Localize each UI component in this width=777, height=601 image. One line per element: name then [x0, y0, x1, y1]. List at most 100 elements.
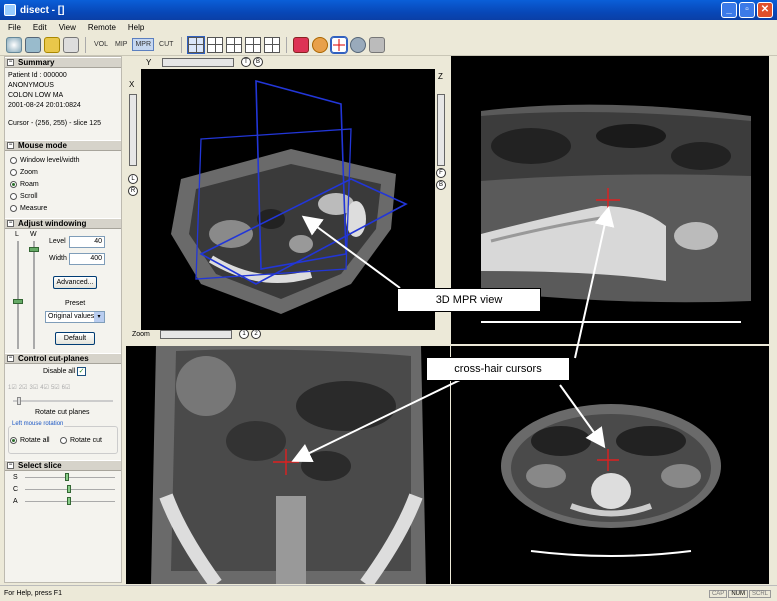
cut-plane-4[interactable]: 4☑	[40, 384, 49, 391]
disable-all-checkbox[interactable]: ✓	[77, 367, 86, 376]
rotate-slider-thumb[interactable]	[17, 397, 21, 405]
patient-id: Patient Id : 000000	[8, 72, 67, 79]
preset-label: Preset	[65, 300, 86, 307]
y-rotation-ruler[interactable]	[162, 58, 234, 67]
crosshair-icon[interactable]	[330, 35, 349, 54]
left-view-button[interactable]: L	[128, 174, 138, 184]
collapse-icon[interactable]: −	[7, 355, 14, 362]
collapse-icon[interactable]: −	[7, 142, 14, 149]
y-axis-label: Y	[146, 58, 152, 67]
right-view-button[interactable]: R	[128, 186, 138, 196]
width-slider-thumb[interactable]	[29, 247, 39, 252]
level-slider[interactable]	[17, 241, 19, 349]
vol-button[interactable]: VOL	[92, 39, 110, 50]
radio-measure[interactable]: Measure	[5, 202, 121, 214]
folder-icon[interactable]	[44, 36, 60, 53]
width-slider[interactable]	[33, 241, 35, 349]
layout-h-icon[interactable]	[245, 36, 262, 53]
layout-3-1-icon[interactable]	[226, 36, 243, 53]
chevron-down-icon[interactable]: ▾	[94, 312, 104, 322]
default-button[interactable]: Default	[55, 332, 95, 345]
maximize-button[interactable]: ▫	[739, 2, 755, 18]
tools-icon[interactable]	[369, 36, 386, 53]
level-slider-thumb[interactable]	[13, 299, 23, 304]
slice-c-thumb[interactable]	[67, 485, 71, 493]
rotate-slider[interactable]	[13, 400, 113, 402]
image-icon[interactable]	[63, 36, 79, 53]
z-rotation-ruler[interactable]	[437, 94, 445, 166]
cut-plane-3[interactable]: 3☑	[29, 384, 38, 391]
x-rotation-ruler[interactable]	[129, 94, 137, 166]
level-slider-label: L	[15, 231, 19, 238]
toolbar: VOL MIP MPR CUT	[0, 34, 777, 56]
advanced-button[interactable]: Advanced...	[53, 276, 97, 289]
axial-view[interactable]	[451, 346, 769, 584]
zoom-ruler[interactable]	[160, 330, 232, 339]
toolbar-separator	[85, 36, 86, 53]
collapse-icon[interactable]: −	[7, 220, 14, 227]
radio-window-level[interactable]: Window level/width	[5, 154, 121, 166]
layout-2x2-icon[interactable]	[187, 35, 206, 54]
radio-rotate-cut[interactable]: Rotate cut	[55, 434, 102, 446]
cut-plane-2[interactable]: 2☑	[19, 384, 28, 391]
radio-roam[interactable]: Roam	[5, 178, 121, 190]
cut-plane-6[interactable]: 6☑	[62, 384, 71, 391]
zoom-label: Zoom	[132, 331, 150, 338]
width-input[interactable]: 400	[69, 253, 105, 265]
menu-view[interactable]: View	[57, 23, 78, 32]
cut-plane-1[interactable]: 1☑	[8, 384, 17, 391]
minimize-button[interactable]: _	[721, 2, 737, 18]
menu-help[interactable]: Help	[126, 23, 146, 32]
mip-button[interactable]: MIP	[113, 39, 129, 50]
width-label: Width	[49, 255, 67, 262]
collapse-icon[interactable]: −	[7, 59, 14, 66]
user-icon[interactable]	[312, 36, 329, 53]
coronal-render	[151, 346, 426, 584]
windowing-header[interactable]: − Adjust windowing	[5, 218, 121, 229]
open-icon[interactable]	[6, 36, 22, 53]
back-view-button[interactable]: B	[436, 180, 446, 190]
patient-name: ANONYMOUS	[8, 82, 54, 89]
report-icon[interactable]	[293, 36, 310, 53]
close-button[interactable]: ✕	[757, 2, 773, 18]
zoom-1-button[interactable]: 1	[239, 329, 249, 339]
cut-plane-5[interactable]: 5☑	[51, 384, 60, 391]
menu-remote[interactable]: Remote	[86, 23, 118, 32]
radio-rotate-all[interactable]: Rotate all	[5, 434, 50, 446]
select-slice-header[interactable]: − Select slice	[5, 460, 121, 471]
radio-zoom[interactable]: Zoom	[5, 166, 121, 178]
mouse-mode-header[interactable]: − Mouse mode	[5, 140, 121, 151]
zoom-2-button[interactable]: 2	[251, 329, 261, 339]
toolbar-separator	[181, 36, 183, 53]
mpr-3d-view[interactable]	[141, 69, 435, 330]
app-icon	[4, 4, 16, 16]
cut-button[interactable]: CUT	[157, 39, 175, 50]
layout-1-3-icon[interactable]	[207, 36, 224, 53]
radio-scroll[interactable]: Scroll	[5, 190, 121, 202]
coronal-view[interactable]	[126, 346, 450, 584]
slice-a-thumb[interactable]	[67, 497, 71, 505]
cut-plane-checks: 1☑ 2☑ 3☑ 4☑ 5☑ 6☑	[8, 384, 70, 391]
slice-s-slider[interactable]	[25, 477, 115, 478]
cutplanes-header[interactable]: − Control cut-planes	[5, 353, 121, 364]
search-icon[interactable]	[25, 36, 41, 53]
mpr-button[interactable]: MPR	[132, 38, 155, 51]
menu-edit[interactable]: Edit	[31, 23, 49, 32]
slice-s-thumb[interactable]	[65, 473, 69, 481]
slice-s-label: S	[13, 474, 18, 481]
bottom-view-button[interactable]: B	[253, 57, 263, 67]
level-input[interactable]: 40	[69, 236, 105, 248]
level-label: Level	[49, 238, 66, 245]
slice-a-label: A	[13, 498, 18, 505]
slice-c-label: C	[13, 486, 19, 493]
crosshair-callout: cross-hair cursors	[426, 357, 570, 381]
top-view-button[interactable]: T	[241, 57, 251, 67]
menu-file[interactable]: File	[6, 23, 23, 32]
preset-select[interactable]: Original values ▾	[45, 311, 105, 323]
layout-v-icon[interactable]	[264, 36, 281, 53]
front-view-button[interactable]: F	[436, 168, 446, 178]
summary-header[interactable]: − Summary	[5, 57, 121, 68]
collapse-icon[interactable]: −	[7, 462, 14, 469]
caps-indicator: CAP	[708, 589, 728, 598]
network-icon[interactable]	[350, 36, 367, 53]
